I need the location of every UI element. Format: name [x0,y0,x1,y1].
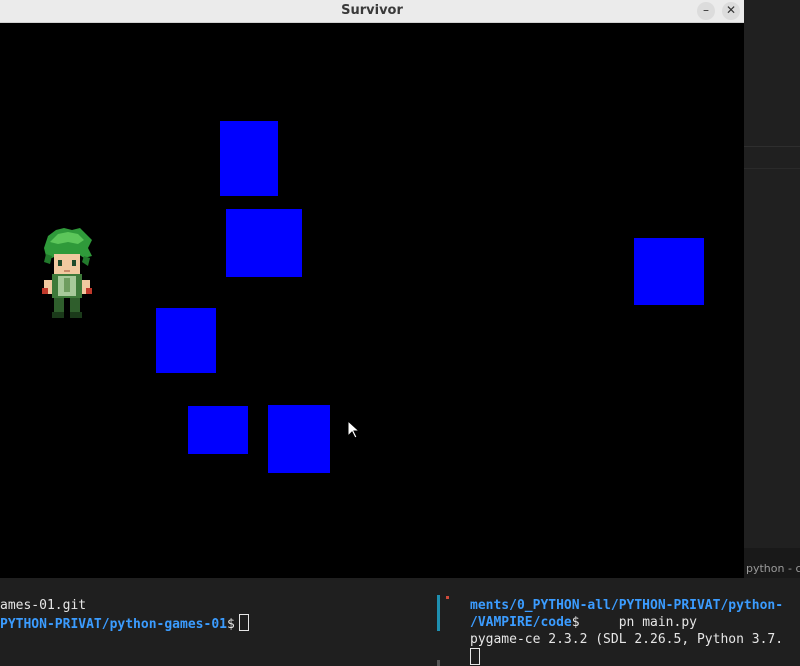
mouse-pointer-icon [347,420,361,439]
player-sprite-icon [42,228,92,318]
prompt-path: ments/0_PYTHON-all/PYTHON-PRIVAT/python- [470,598,784,613]
terminal-output-line: ames-01.git [0,598,87,613]
terminal-cursor [238,614,249,631]
terminal-prompt-line[interactable]: /VAMPIRE/code$ pn main.py [470,614,697,631]
enemy-square [220,121,278,196]
game-window[interactable]: Survivor – ✕ [0,0,744,578]
terminal-command: pn main.py [579,615,697,630]
prompt-symbol: $ [571,615,580,630]
prompt-symbol: $ [226,617,235,632]
enemy-square [156,308,216,373]
prompt-path: /VAMPIRE/code [470,615,572,630]
enemy-square [188,406,248,454]
close-button[interactable]: ✕ [722,2,740,20]
game-canvas[interactable] [0,23,744,578]
terminal-prompt-line[interactable]: PYTHON-PRIVAT/python-games-01$ [0,614,249,633]
window-title: Survivor [341,3,403,18]
terminal-pane-left[interactable]: ames-01.git PYTHON-PRIVAT/python-games-0… [0,578,430,666]
editor-tab-label[interactable]: python - co [746,562,800,575]
editor-divider [744,146,800,147]
background-editor: python - co [744,0,800,578]
terminal-pane-right[interactable]: ments/0_PYTHON-all/PYTHON-PRIVAT/python-… [440,578,800,666]
enemy-square [268,405,330,473]
prompt-path: PYTHON-PRIVAT/python-games-01 [0,617,227,632]
terminal-output-line: pygame-ce 2.3.2 (SDL 2.26.5, Python 3.7. [470,632,784,647]
terminal-cursor-line [470,648,480,666]
window-titlebar[interactable]: Survivor – ✕ [0,0,744,23]
minimize-button[interactable]: – [697,2,715,20]
enemy-square [226,209,302,277]
enemy-square [634,238,704,305]
terminal-cursor [470,648,480,665]
terminal-panel[interactable]: ames-01.git PYTHON-PRIVAT/python-games-0… [0,578,800,666]
editor-divider [744,168,800,169]
